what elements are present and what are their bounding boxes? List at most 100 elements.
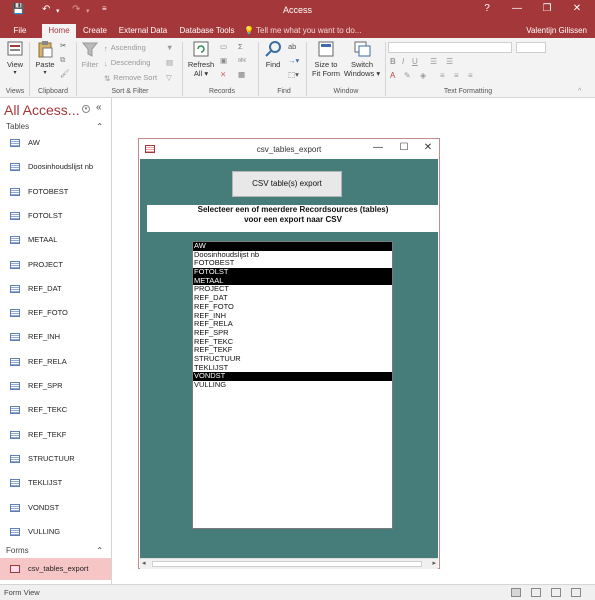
size-to-fit-form-button[interactable]: Size to Fit Form — [308, 40, 344, 78]
paste-label: Paste — [35, 60, 55, 69]
cut-icon[interactable]: ✂ — [60, 41, 66, 50]
nav-table-item[interactable]: TEKLIJST — [0, 472, 111, 494]
nav-table-item[interactable]: REF_RELA — [0, 351, 111, 373]
align-right-icon[interactable]: ≡ — [468, 71, 473, 80]
more-records-icon[interactable]: ▦ — [238, 70, 245, 79]
find-button[interactable]: Find — [262, 40, 284, 69]
fill-color-icon[interactable]: ◈ — [420, 71, 426, 80]
filter-button[interactable]: Filter — [78, 40, 102, 69]
datasheet-view-icon[interactable] — [571, 588, 581, 597]
save-record-icon[interactable]: ▣ — [220, 56, 227, 65]
nav-table-item[interactable]: FOTOBEST — [0, 181, 111, 203]
form-minimize-button[interactable]: — — [371, 142, 385, 153]
tab-home[interactable]: Home — [42, 24, 76, 38]
nav-table-label: STRUCTUUR — [28, 453, 75, 463]
restore-button[interactable]: ❐ — [538, 3, 556, 14]
nav-table-item[interactable]: PROJECT — [0, 254, 111, 276]
form-view-icon[interactable] — [511, 588, 521, 597]
font-size-box[interactable] — [516, 42, 546, 53]
bold-icon[interactable]: B — [390, 57, 396, 66]
nav-table-label: Doosinhoudslijst nb — [28, 162, 94, 172]
nav-table-item[interactable]: REF_TEKC — [0, 399, 111, 421]
goto-icon[interactable]: →▾ — [288, 56, 299, 65]
remove-sort-button[interactable]: ⇅ Remove Sort — [104, 73, 157, 83]
design-view-icon[interactable] — [551, 588, 561, 597]
nav-title[interactable]: All Access... — [4, 102, 79, 118]
align-center-icon[interactable]: ≡ — [454, 71, 459, 80]
view-button[interactable]: View ▾ — [4, 40, 26, 76]
nav-table-item[interactable]: Doosinhoudslijst nb — [0, 156, 111, 178]
font-name-box[interactable] — [388, 42, 512, 53]
table-icon — [10, 284, 20, 293]
selection-filter-icon[interactable]: ▼ — [166, 43, 173, 52]
form-maximize-button[interactable]: ☐ — [397, 142, 411, 153]
nav-table-label: REF_INH — [28, 332, 61, 342]
nav-form-csv-tables-export[interactable]: csv_tables_export — [0, 558, 111, 580]
nav-table-item[interactable]: VONDST — [0, 497, 111, 519]
refresh-all-button[interactable]: Refresh All ▾ — [186, 40, 216, 78]
tab-file[interactable]: File — [8, 24, 32, 38]
collapse-ribbon-icon[interactable]: ^ — [578, 88, 581, 95]
highlight-icon[interactable]: ✎ — [404, 71, 411, 80]
replace-icon[interactable]: ab — [288, 42, 296, 51]
format-painter-icon[interactable]: 🖌 — [60, 69, 70, 78]
nav-table-item[interactable]: FOTOLST — [0, 205, 111, 227]
toggle-filter-icon[interactable]: ▽ — [166, 73, 172, 82]
select-icon[interactable]: ⬚▾ — [288, 70, 299, 79]
form-horizontal-scrollbar[interactable]: ◂ ▸ — [140, 558, 438, 569]
group-sort-filter: Sort & Filter — [111, 88, 149, 95]
nav-table-label: REF_TEKF — [28, 429, 67, 439]
nav-table-item[interactable]: VULLING — [0, 521, 111, 543]
refresh-label: Refresh — [187, 60, 215, 69]
switch-windows-button[interactable]: Switch Windows ▾ — [342, 40, 382, 78]
group-records: Records — [208, 88, 236, 95]
paste-button[interactable]: Paste ▾ — [34, 40, 56, 76]
ascending-button[interactable]: ↑ Ascending — [104, 43, 146, 53]
numbering-icon[interactable]: ☰ — [446, 57, 453, 66]
listbox-item[interactable]: VULLING — [193, 380, 392, 390]
copy-icon[interactable]: ⧉ — [60, 55, 65, 65]
nav-table-item[interactable]: REF_INH — [0, 326, 111, 348]
form-close-button[interactable]: ✕ — [421, 142, 435, 153]
recordsource-listbox[interactable]: AW Doosinhoudslijst nb FOTOBEST FOTOLST META… — [192, 241, 393, 529]
layout-view-icon[interactable] — [531, 588, 541, 597]
nav-table-item[interactable]: AW — [0, 132, 111, 154]
nav-table-item[interactable]: METAAL — [0, 229, 111, 251]
nav-table-item[interactable]: REF_DAT — [0, 278, 111, 300]
font-color-icon[interactable]: A — [390, 71, 395, 80]
italic-icon[interactable]: I — [402, 57, 404, 66]
form-title-bar[interactable]: csv_tables_export — ☐ ✕ — [139, 139, 439, 159]
nav-table-item[interactable]: REF_FOTO — [0, 302, 111, 324]
tab-create[interactable]: Create — [80, 24, 110, 38]
nav-table-label: REF_DAT — [28, 283, 62, 293]
close-button[interactable]: ✕ — [568, 3, 586, 14]
minimize-button[interactable]: — — [508, 3, 526, 14]
scrollbar-thumb[interactable] — [152, 561, 422, 567]
help-button[interactable]: ? — [478, 3, 496, 14]
nav-table-label: METAAL — [28, 235, 58, 245]
nav-table-item[interactable]: STRUCTUUR — [0, 448, 111, 470]
tell-me-search[interactable]: 💡 Tell me what you want to do... — [244, 24, 361, 38]
tab-database-tools[interactable]: Database Tools — [176, 24, 238, 38]
shutter-bar-icon[interactable]: « — [96, 102, 102, 113]
forms-section-header[interactable]: Forms ⌃ — [0, 544, 111, 558]
nav-dropdown-icon[interactable]: ▾ — [82, 105, 90, 113]
underline-icon[interactable]: U — [412, 57, 418, 66]
csv-export-button[interactable]: CSV table(s) export — [232, 171, 342, 197]
tab-external-data[interactable]: External Data — [116, 24, 170, 38]
descending-button[interactable]: ↓ Descending — [104, 58, 150, 68]
advanced-filter-icon[interactable]: ▤ — [166, 58, 173, 67]
spelling-icon[interactable]: ᵃᵇᶜ — [238, 56, 246, 65]
nav-table-item[interactable]: REF_TEKF — [0, 424, 111, 446]
sort-descending-icon: ↓ — [104, 58, 108, 68]
scroll-left-icon[interactable]: ◂ — [142, 559, 146, 567]
scroll-right-icon[interactable]: ▸ — [432, 559, 436, 567]
totals-icon[interactable]: Σ — [238, 42, 243, 51]
user-name[interactable]: Valentijn Gilissen — [526, 24, 587, 38]
align-left-icon[interactable]: ≡ — [440, 71, 445, 80]
sort-ascending-icon: ↑ — [104, 43, 108, 53]
bullets-icon[interactable]: ☰ — [430, 57, 437, 66]
nav-table-item[interactable]: REF_SPR — [0, 375, 111, 397]
delete-record-icon[interactable]: ✕ — [220, 70, 226, 79]
new-record-icon[interactable]: ▭ — [220, 42, 227, 51]
